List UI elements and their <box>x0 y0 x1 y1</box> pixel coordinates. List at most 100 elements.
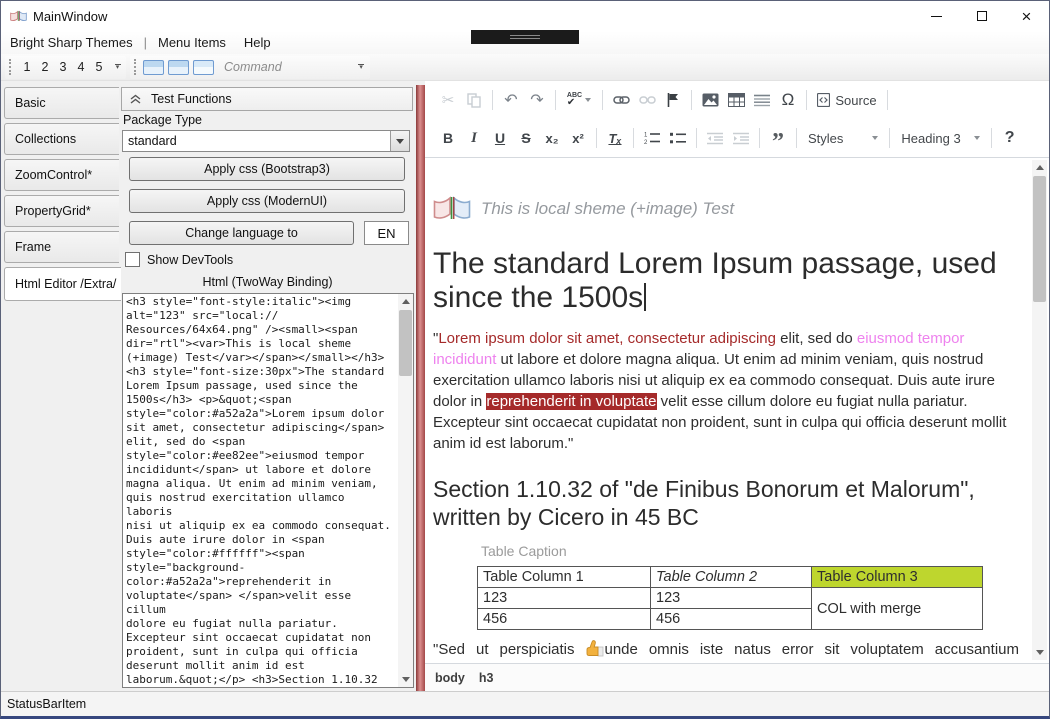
combobox-drop-button[interactable] <box>390 131 409 151</box>
layout-icon-1[interactable] <box>143 60 164 75</box>
toolbar-grip[interactable] <box>9 59 14 75</box>
tab-frame[interactable]: Frame <box>4 231 119 263</box>
cut-icon[interactable]: ✂ <box>435 87 461 113</box>
command-input[interactable]: Command <box>224 60 282 74</box>
link-icon[interactable] <box>608 87 634 113</box>
scheme-heading-text: This is local sheme (+image) Test <box>481 199 734 219</box>
status-bar-item: StatusBarItem <box>7 697 86 711</box>
close-button[interactable]: × <box>1004 1 1049 31</box>
language-field[interactable]: EN <box>364 221 409 245</box>
layout-icon-2[interactable] <box>168 60 189 75</box>
numbered-list-icon[interactable]: 12 <box>639 125 665 151</box>
path-h3[interactable]: h3 <box>479 671 494 685</box>
table-block: Table Caption Table Column 1 Table Colum… <box>477 543 1019 630</box>
show-devtools-checkbox[interactable] <box>125 252 140 267</box>
test-functions-panel: Test Functions Package Type standard App… <box>119 81 416 691</box>
styles-dropdown[interactable]: Styles <box>802 131 884 146</box>
package-type-value: standard <box>123 134 390 148</box>
italic-button[interactable]: I <box>461 125 487 151</box>
html-source-text[interactable]: <h3 style="font-style:italic"><img alt="… <box>126 295 396 686</box>
table-icon[interactable] <box>723 87 749 113</box>
bold-button[interactable]: B <box>435 125 461 151</box>
change-language-button[interactable]: Change language to <box>129 221 354 245</box>
scrollbar-thumb[interactable] <box>399 310 412 376</box>
toolbar-button-3[interactable]: 3 <box>54 60 72 74</box>
spellcheck-button[interactable]: ABC✔ <box>561 87 597 113</box>
toolbar-grip[interactable] <box>134 59 139 75</box>
tab-propertygrid[interactable]: PropertyGrid* <box>4 195 119 227</box>
toolbar-overflow-button[interactable]: ▾ <box>355 57 368 78</box>
toolbar-button-1[interactable]: 1 <box>18 60 36 74</box>
table-header-3: Table Column 3 <box>812 567 983 588</box>
layout-icon-3[interactable] <box>193 60 214 75</box>
undo-icon[interactable]: ↶ <box>498 87 524 113</box>
blockquote-icon[interactable]: ” <box>765 125 791 151</box>
show-devtools-row: Show DevTools <box>125 252 233 267</box>
tab-collections[interactable]: Collections <box>4 123 119 155</box>
menu-help[interactable]: Help <box>235 35 280 50</box>
package-type-combobox[interactable]: standard <box>122 130 410 152</box>
source-scrollbar[interactable] <box>398 294 413 687</box>
subscript-button[interactable]: x₂ <box>539 125 565 151</box>
tab-zoomcontrol[interactable]: ZoomControl* <box>4 159 119 191</box>
title-bar[interactable]: MainWindow × <box>1 1 1049 31</box>
highlighted-text: reprehenderit in voluptate <box>486 393 656 410</box>
toolbar-button-5[interactable]: 5 <box>90 60 108 74</box>
chevron-down-icon <box>585 98 591 102</box>
html-source-textarea[interactable]: <h3 style="font-style:italic"><img alt="… <box>122 293 414 688</box>
about-button[interactable]: ? <box>997 125 1023 151</box>
command-toolbar: Command ▾ <box>130 56 370 79</box>
editor-content[interactable]: This is local sheme (+image) Test The st… <box>425 159 1049 662</box>
toolbar-overflow-button[interactable]: ▾ <box>111 57 124 78</box>
outdent-icon[interactable] <box>702 125 728 151</box>
tab-basic[interactable]: Basic <box>4 87 119 119</box>
grid-splitter[interactable] <box>416 85 425 691</box>
horizontal-rule-icon[interactable] <box>749 87 775 113</box>
scroll-up-icon[interactable] <box>1032 160 1047 175</box>
table-cell: 123 <box>478 588 651 609</box>
anchor-flag-icon[interactable] <box>660 87 686 113</box>
scroll-down-icon[interactable] <box>1032 645 1047 660</box>
redo-icon[interactable]: ↷ <box>524 87 550 113</box>
maximize-button[interactable] <box>959 1 1004 31</box>
table-row: 123 123 COL with merge <box>478 588 983 609</box>
unlink-icon[interactable] <box>634 87 660 113</box>
spellcheck-icon: ABC✔ <box>567 92 582 108</box>
source-button[interactable]: Source <box>812 87 882 113</box>
source-label: Source <box>835 93 876 108</box>
format-dropdown[interactable]: Heading 3 <box>895 131 985 146</box>
close-icon: × <box>1022 8 1032 25</box>
minimize-icon <box>931 16 942 17</box>
expander-header[interactable]: Test Functions <box>121 87 413 111</box>
chevron-down-icon <box>872 136 878 140</box>
expander-title: Test Functions <box>151 92 232 106</box>
menu-bright-sharp-themes[interactable]: Bright Sharp Themes <box>1 35 142 50</box>
apply-bootstrap-button[interactable]: Apply css (Bootstrap3) <box>129 157 405 181</box>
superscript-button[interactable]: x² <box>565 125 591 151</box>
scroll-up-icon[interactable] <box>398 294 413 309</box>
copy-icon[interactable] <box>461 87 487 113</box>
toolbar-button-2[interactable]: 2 <box>36 60 54 74</box>
path-body[interactable]: body <box>435 671 465 685</box>
strikethrough-button[interactable]: S <box>513 125 539 151</box>
editor-scrollbar[interactable] <box>1032 160 1047 660</box>
toolbar-button-4[interactable]: 4 <box>72 60 90 74</box>
underline-button[interactable]: U <box>487 125 513 151</box>
brown-text: Lorem ipsum dolor sit amet, consectetur … <box>438 330 776 347</box>
image-icon[interactable] <box>697 87 723 113</box>
app-icon <box>10 10 27 23</box>
apply-modernui-button[interactable]: Apply css (ModernUI) <box>129 189 405 213</box>
bulleted-list-icon[interactable] <box>665 125 691 151</box>
table-cell: 123 <box>651 588 812 609</box>
remove-format-button[interactable]: Tₓ <box>602 125 628 151</box>
tab-html-editor[interactable]: Html Editor /Extra/ <box>4 267 121 301</box>
special-char-icon[interactable]: Ω <box>775 87 801 113</box>
indent-icon[interactable] <box>728 125 754 151</box>
main-area: Basic Collections ZoomControl* PropertyG… <box>1 81 1049 691</box>
scrollbar-thumb[interactable] <box>1033 176 1046 302</box>
package-type-label: Package Type <box>123 113 202 127</box>
menu-menu-items[interactable]: Menu Items <box>149 35 235 50</box>
minimize-button[interactable] <box>914 1 959 31</box>
table-cell: 456 <box>651 609 812 630</box>
scroll-down-icon[interactable] <box>398 672 413 687</box>
